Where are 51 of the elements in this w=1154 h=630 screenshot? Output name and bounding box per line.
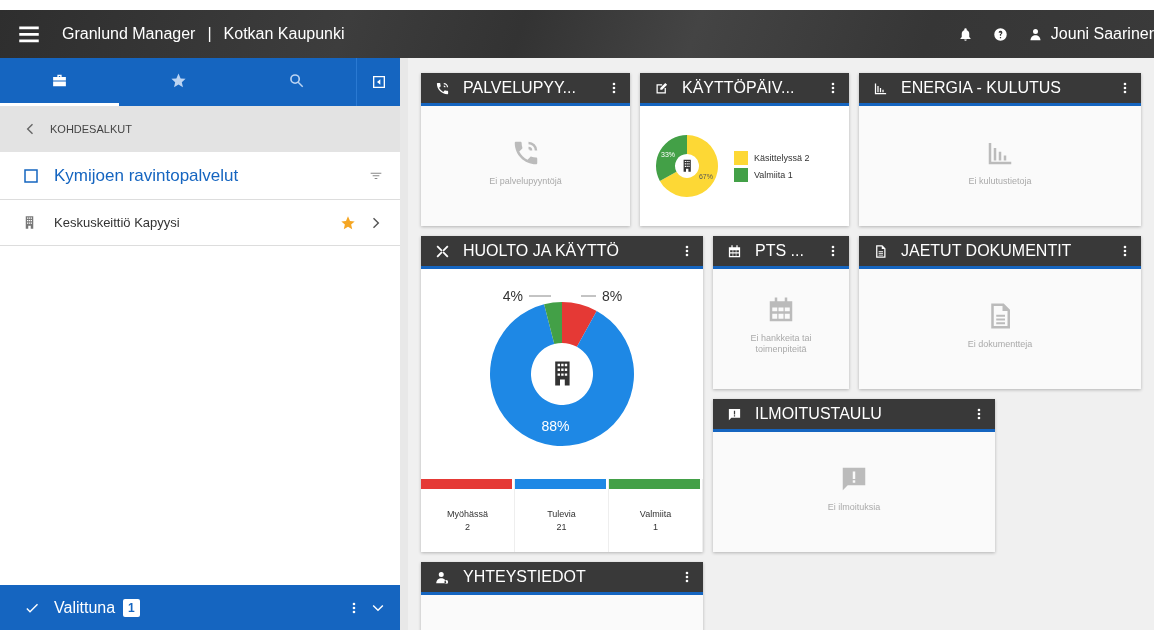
help-icon[interactable] (992, 26, 1008, 42)
phone-icon (435, 80, 450, 96)
widget-title: ILMOITUSTAULU (755, 405, 883, 423)
status-count: 2 (465, 522, 470, 532)
widget-title: PTS ... (755, 242, 805, 260)
widget-title: KÄYTTÖPÄIV... (682, 79, 796, 97)
star-icon (169, 72, 187, 89)
calendar-icon (727, 243, 742, 259)
slice-label: 8% (602, 288, 623, 304)
legend-label: Valmiita 1 (754, 169, 793, 180)
empty-message: Ei ilmoituksia (827, 501, 881, 513)
briefcase-icon (50, 72, 68, 89)
slice-label: 4% (502, 288, 523, 304)
checkbox[interactable] (22, 166, 40, 185)
message-icon (727, 406, 742, 422)
slice-label: 88% (541, 417, 570, 434)
contact-icon (435, 569, 450, 585)
empty-message: Ei palvelupyyntöjä (489, 175, 562, 187)
breadcrumb: KOHDESALKUT (50, 123, 132, 135)
status-count: 1 (653, 522, 658, 532)
status-count: 21 (556, 522, 567, 532)
building-icon (683, 159, 691, 172)
app-title: Granlund Manager (62, 25, 196, 43)
legend-label: Käsittelyssä 2 (754, 152, 810, 163)
widget-title: ENERGIA - KULUTUS (901, 79, 1063, 97)
user-name[interactable]: Jouni Saariner (1050, 25, 1154, 43)
empty-message: Ei kulutustietoja (968, 175, 1032, 187)
empty-message: Ei hankkeita tai toimenpiteitä (749, 333, 813, 355)
search-icon (288, 72, 306, 89)
star-icon[interactable] (340, 214, 356, 231)
selection-label: Valittuna (54, 598, 116, 617)
document-icon (873, 243, 888, 259)
empty-message: Ei dokumentteja (967, 338, 1033, 350)
sidebar-item[interactable]: Keskuskeittiö Kapyysi (0, 200, 400, 246)
leader-line (580, 295, 597, 297)
collapse-icon[interactable] (370, 74, 387, 90)
status-label: Myöhässä (447, 509, 488, 519)
widget-title: PALVELUPYY... (463, 79, 577, 97)
status-label: Valmiita (639, 509, 672, 519)
widget-title: HUOLTO JA KÄYTTÖ (463, 242, 620, 260)
status-label: Tulevia (547, 509, 576, 519)
widget-title: JAETUT DOKUMENTIT (901, 242, 1073, 260)
organization-name: Kotkan Kaupunki (223, 25, 345, 43)
count-badge: 1 (123, 598, 140, 617)
widget-title: YHTEYSTIEDOT (463, 568, 587, 586)
group-title: Kymijoen ravintopalvelut (54, 165, 240, 186)
edit-icon (654, 80, 669, 96)
title-separator: | (207, 25, 212, 43)
leader-line (528, 295, 552, 297)
building-icon (555, 361, 570, 386)
item-label: Keskuskeittiö Kapyysi (54, 215, 181, 230)
